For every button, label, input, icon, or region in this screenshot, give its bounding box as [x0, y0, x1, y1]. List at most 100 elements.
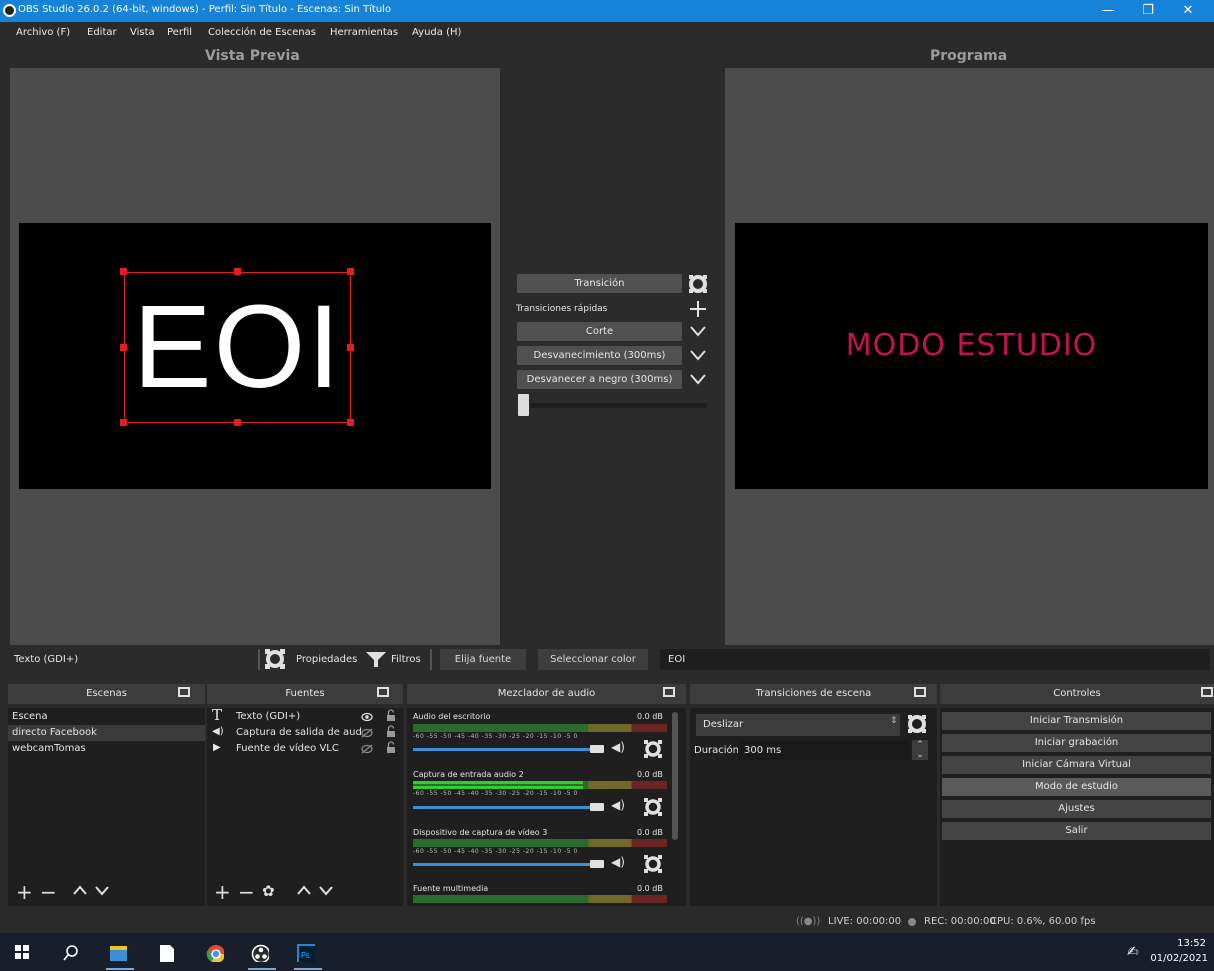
- remove-icon[interactable]: −: [238, 880, 255, 904]
- close-button[interactable]: ✕: [1168, 0, 1208, 22]
- choose-font-button[interactable]: Elija fuente: [440, 649, 526, 670]
- photoshop-icon[interactable]: Ps: [297, 944, 315, 962]
- speaker-icon[interactable]: ◀): [611, 798, 625, 812]
- selection-box[interactable]: [124, 272, 351, 423]
- studio-mode-button[interactable]: Modo de estudio: [942, 778, 1211, 796]
- updown-icon[interactable]: ⇕: [890, 716, 898, 726]
- volume-slider[interactable]: [413, 863, 593, 866]
- gear-icon[interactable]: [264, 648, 286, 670]
- spin-up-icon[interactable]: ⌃: [916, 740, 924, 750]
- clock-time[interactable]: 13:52: [1166, 938, 1206, 949]
- undock-icon[interactable]: [377, 687, 389, 697]
- eye-hidden-icon[interactable]: [361, 728, 373, 738]
- scene-item[interactable]: Escena: [8, 709, 205, 725]
- speaker-icon[interactable]: ◀): [611, 855, 625, 869]
- gear-icon[interactable]: [688, 274, 708, 294]
- document-icon[interactable]: [159, 944, 177, 962]
- source-item[interactable]: Fuente de vídeo VLC: [232, 741, 339, 757]
- filters-button[interactable]: Filtros: [391, 654, 421, 665]
- volume-slider[interactable]: [413, 748, 593, 751]
- resize-handle[interactable]: [347, 419, 354, 426]
- clock-date[interactable]: 01/02/2021: [1148, 953, 1208, 964]
- eye-hidden-icon[interactable]: [361, 744, 373, 754]
- undock-icon[interactable]: [1201, 687, 1213, 697]
- scene-item[interactable]: directo Facebook: [8, 725, 205, 741]
- add-icon[interactable]: +: [16, 880, 33, 904]
- chevron-down-icon[interactable]: [689, 370, 707, 389]
- source-item[interactable]: Captura de salida de aud: [232, 725, 362, 741]
- gear-icon[interactable]: [644, 855, 662, 873]
- taskbar: [0, 933, 1214, 971]
- resize-handle[interactable]: [347, 268, 354, 275]
- resize-handle[interactable]: [120, 419, 127, 426]
- select-color-button[interactable]: Seleccionar color: [538, 649, 648, 670]
- volume-slider-knob[interactable]: [590, 745, 604, 753]
- start-streaming-button[interactable]: Iniciar Transmisión: [942, 712, 1211, 730]
- minimize-button[interactable]: —: [1088, 0, 1128, 22]
- volume-slider[interactable]: [413, 806, 593, 809]
- filter-icon[interactable]: [364, 648, 388, 670]
- remove-icon[interactable]: −: [40, 880, 57, 904]
- properties-button[interactable]: Propiedades: [296, 654, 357, 665]
- source-text-input[interactable]: EOI: [660, 649, 1210, 670]
- file-explorer-icon[interactable]: [109, 944, 127, 962]
- quick-transition-fade-black[interactable]: Desvanecer a negro (300ms): [517, 370, 682, 389]
- source-item[interactable]: Texto (GDI+): [232, 709, 300, 725]
- chevron-down-icon[interactable]: [689, 322, 707, 341]
- windows-start-icon[interactable]: [14, 944, 32, 962]
- resize-handle[interactable]: [234, 419, 241, 426]
- menu-editar[interactable]: Editar: [87, 27, 117, 38]
- menu-archivo[interactable]: Archivo (F): [16, 27, 70, 38]
- speaker-icon[interactable]: ◀): [611, 740, 625, 754]
- tbar-track[interactable]: [530, 403, 707, 408]
- maximize-button[interactable]: ❐: [1128, 0, 1168, 22]
- quick-transition-corte[interactable]: Corte: [517, 322, 682, 341]
- volume-slider-knob[interactable]: [590, 860, 604, 868]
- add-icon[interactable]: +: [214, 880, 231, 904]
- menu-perfil[interactable]: Perfil: [167, 27, 192, 38]
- exit-button[interactable]: Salir: [942, 822, 1211, 840]
- add-icon[interactable]: [688, 299, 708, 319]
- lock-icon[interactable]: [386, 725, 396, 738]
- menu-ayuda[interactable]: Ayuda (H): [412, 27, 461, 38]
- mixer-scrollbar[interactable]: [672, 712, 678, 840]
- scene-item[interactable]: webcamTomas: [8, 741, 205, 757]
- resize-handle[interactable]: [234, 268, 241, 275]
- resize-handle[interactable]: [120, 268, 127, 275]
- start-virtual-camera-button[interactable]: Iniciar Cámara Virtual: [942, 756, 1211, 774]
- transition-select[interactable]: Deslizar: [696, 714, 900, 736]
- gear-icon[interactable]: [644, 740, 662, 758]
- search-icon[interactable]: [62, 944, 80, 962]
- menu-herramientas[interactable]: Herramientas: [330, 27, 398, 38]
- volume-slider-knob[interactable]: [590, 803, 604, 811]
- duration-spinner[interactable]: ⌃ ⌄: [912, 740, 928, 760]
- gear-icon[interactable]: ✿: [262, 882, 275, 900]
- gear-icon[interactable]: [907, 714, 927, 734]
- eye-icon[interactable]: [361, 712, 373, 722]
- obs-icon[interactable]: [251, 944, 269, 962]
- menu-coleccion-escenas[interactable]: Colección de Escenas: [208, 27, 316, 38]
- resize-handle[interactable]: [347, 344, 354, 351]
- chevron-down-icon[interactable]: [318, 884, 334, 896]
- transition-button[interactable]: Transición: [517, 274, 682, 293]
- chevron-up-icon[interactable]: [296, 884, 312, 896]
- undock-icon[interactable]: [663, 687, 675, 697]
- chrome-icon[interactable]: [206, 944, 224, 962]
- resize-handle[interactable]: [120, 344, 127, 351]
- undock-icon[interactable]: [914, 687, 926, 697]
- lock-icon[interactable]: [386, 741, 396, 754]
- quick-transition-fade[interactable]: Desvanecimiento (300ms): [517, 346, 682, 365]
- chevron-down-icon[interactable]: [94, 884, 110, 896]
- chevron-up-icon[interactable]: [72, 884, 88, 896]
- start-recording-button[interactable]: Iniciar grabación: [942, 734, 1211, 752]
- pen-icon[interactable]: ✍: [1127, 944, 1139, 960]
- lock-icon[interactable]: [386, 709, 396, 722]
- spin-down-icon[interactable]: ⌄: [916, 750, 924, 760]
- undock-icon[interactable]: [178, 687, 190, 697]
- settings-button[interactable]: Ajustes: [942, 800, 1211, 818]
- tbar-knob[interactable]: [518, 394, 529, 416]
- chevron-down-icon[interactable]: [689, 346, 707, 365]
- menu-vista[interactable]: Vista: [130, 27, 155, 38]
- gear-icon[interactable]: [644, 798, 662, 816]
- duration-input[interactable]: 300 ms: [738, 741, 910, 760]
